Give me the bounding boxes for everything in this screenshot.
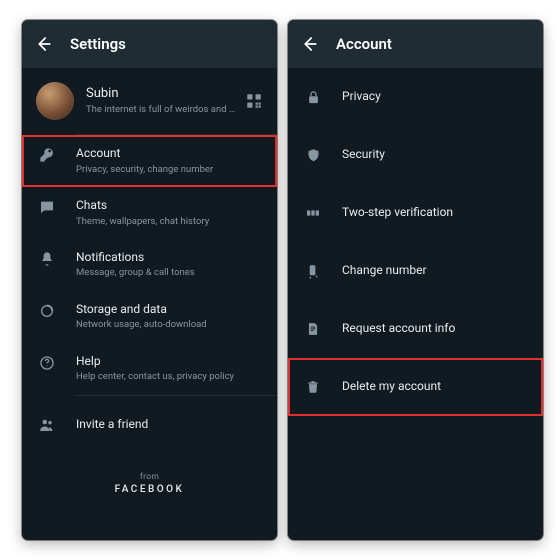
account-item-request-info[interactable]: Request account info [288,300,543,358]
account-appbar: Account [288,20,543,68]
bell-icon [36,251,58,267]
footer-brand: FACEBOOK [22,484,277,495]
settings-item-storage[interactable]: Storage and data Network usage, auto-dow… [22,291,277,343]
key-icon [36,147,58,163]
settings-item-invite[interactable]: Invite a friend [22,396,277,454]
profile-row[interactable]: Subin The internet is full of weirdos an… [22,68,277,134]
settings-item-help[interactable]: Help Help center, contact us, privacy po… [22,343,277,395]
back-icon[interactable] [34,35,52,53]
data-usage-icon [36,303,58,319]
phone-swap-icon [302,264,324,279]
item-sub: Help center, contact us, privacy policy [76,371,263,383]
item-title: Delete my account [342,379,529,395]
account-title: Account [336,35,392,53]
item-sub: Privacy, security, change number [76,164,263,176]
item-title: Change number [342,263,529,279]
item-title: Request account info [342,321,529,337]
qr-icon[interactable] [245,92,263,110]
settings-item-account[interactable]: Account Privacy, security, change number [22,135,277,187]
settings-item-notifications[interactable]: Notifications Message, group & call tone… [22,239,277,291]
account-item-change-number[interactable]: Change number [288,242,543,300]
account-item-security[interactable]: Security [288,126,543,184]
item-title: Security [342,147,529,163]
avatar [36,82,74,120]
item-title: Two-step verification [342,205,529,221]
item-title: Account [76,146,263,162]
account-item-privacy[interactable]: Privacy [288,68,543,126]
account-item-twostep[interactable]: Two-step verification [288,184,543,242]
help-icon [36,355,58,371]
footer: from FACEBOOK [22,472,277,495]
pin-icon [302,205,324,221]
settings-appbar: Settings [22,20,277,68]
item-title: Invite a friend [76,417,263,433]
lock-icon [302,90,324,105]
shield-icon [302,148,324,163]
settings-title: Settings [70,35,126,53]
item-title: Notifications [76,250,263,266]
item-sub: Message, group & call tones [76,267,263,279]
people-icon [36,416,58,434]
account-screen: Account Privacy Security Two-step verifi… [288,20,543,540]
chat-icon [36,199,58,215]
profile-name: Subin [86,86,239,102]
item-title: Chats [76,198,263,214]
footer-from: from [22,472,277,482]
trash-icon [302,380,324,394]
account-item-delete[interactable]: Delete my account [288,358,543,416]
item-sub: Theme, wallpapers, chat history [76,216,263,228]
settings-screen: Settings Subin The internet is full of w… [22,20,277,540]
item-title: Help [76,354,263,370]
item-title: Storage and data [76,302,263,318]
document-icon [302,322,324,336]
back-icon[interactable] [300,35,318,53]
profile-status: The internet is full of weirdos and nerd… [86,104,239,116]
item-sub: Network usage, auto-download [76,319,263,331]
item-title: Privacy [342,89,529,105]
settings-item-chats[interactable]: Chats Theme, wallpapers, chat history [22,187,277,239]
